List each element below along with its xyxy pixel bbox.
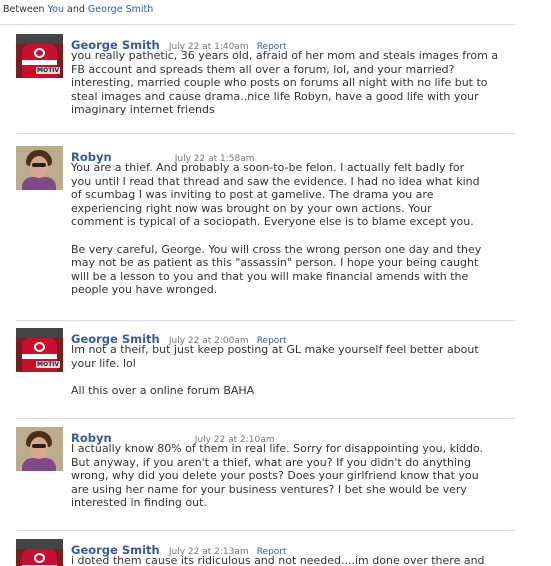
message-text: you really pathetic, 36 years old, afrai… <box>71 49 499 117</box>
message-divider <box>16 320 515 321</box>
message-text: i doted them cause its ridiculous and no… <box>71 554 485 566</box>
message-text: I actually know 80% of them in real life… <box>71 442 484 510</box>
avatar[interactable] <box>16 427 63 471</box>
avatar[interactable]: MOTIV <box>16 539 63 566</box>
message-text: Be very careful, George. You will cross … <box>71 242 482 297</box>
participant-link[interactable]: George Smith <box>88 4 153 15</box>
header-and: and <box>67 4 85 15</box>
conversation-header: Between You and George Smith <box>3 4 153 15</box>
avatar[interactable] <box>16 146 63 190</box>
message-text: You are a thief. And probably a soon-to-… <box>71 161 480 229</box>
header-prefix: Between <box>3 4 45 15</box>
message-divider <box>16 530 515 531</box>
message-text: All this over a online forum BAHA <box>71 383 255 397</box>
message-divider <box>16 133 515 134</box>
avatar[interactable]: MOTIV <box>16 328 63 372</box>
message-text: Im not a theif, but just keep posting at… <box>71 343 479 370</box>
avatar[interactable]: MOTIV <box>16 34 63 78</box>
you-link[interactable]: You <box>48 4 64 15</box>
header-divider <box>0 24 515 25</box>
message-divider <box>16 418 515 419</box>
